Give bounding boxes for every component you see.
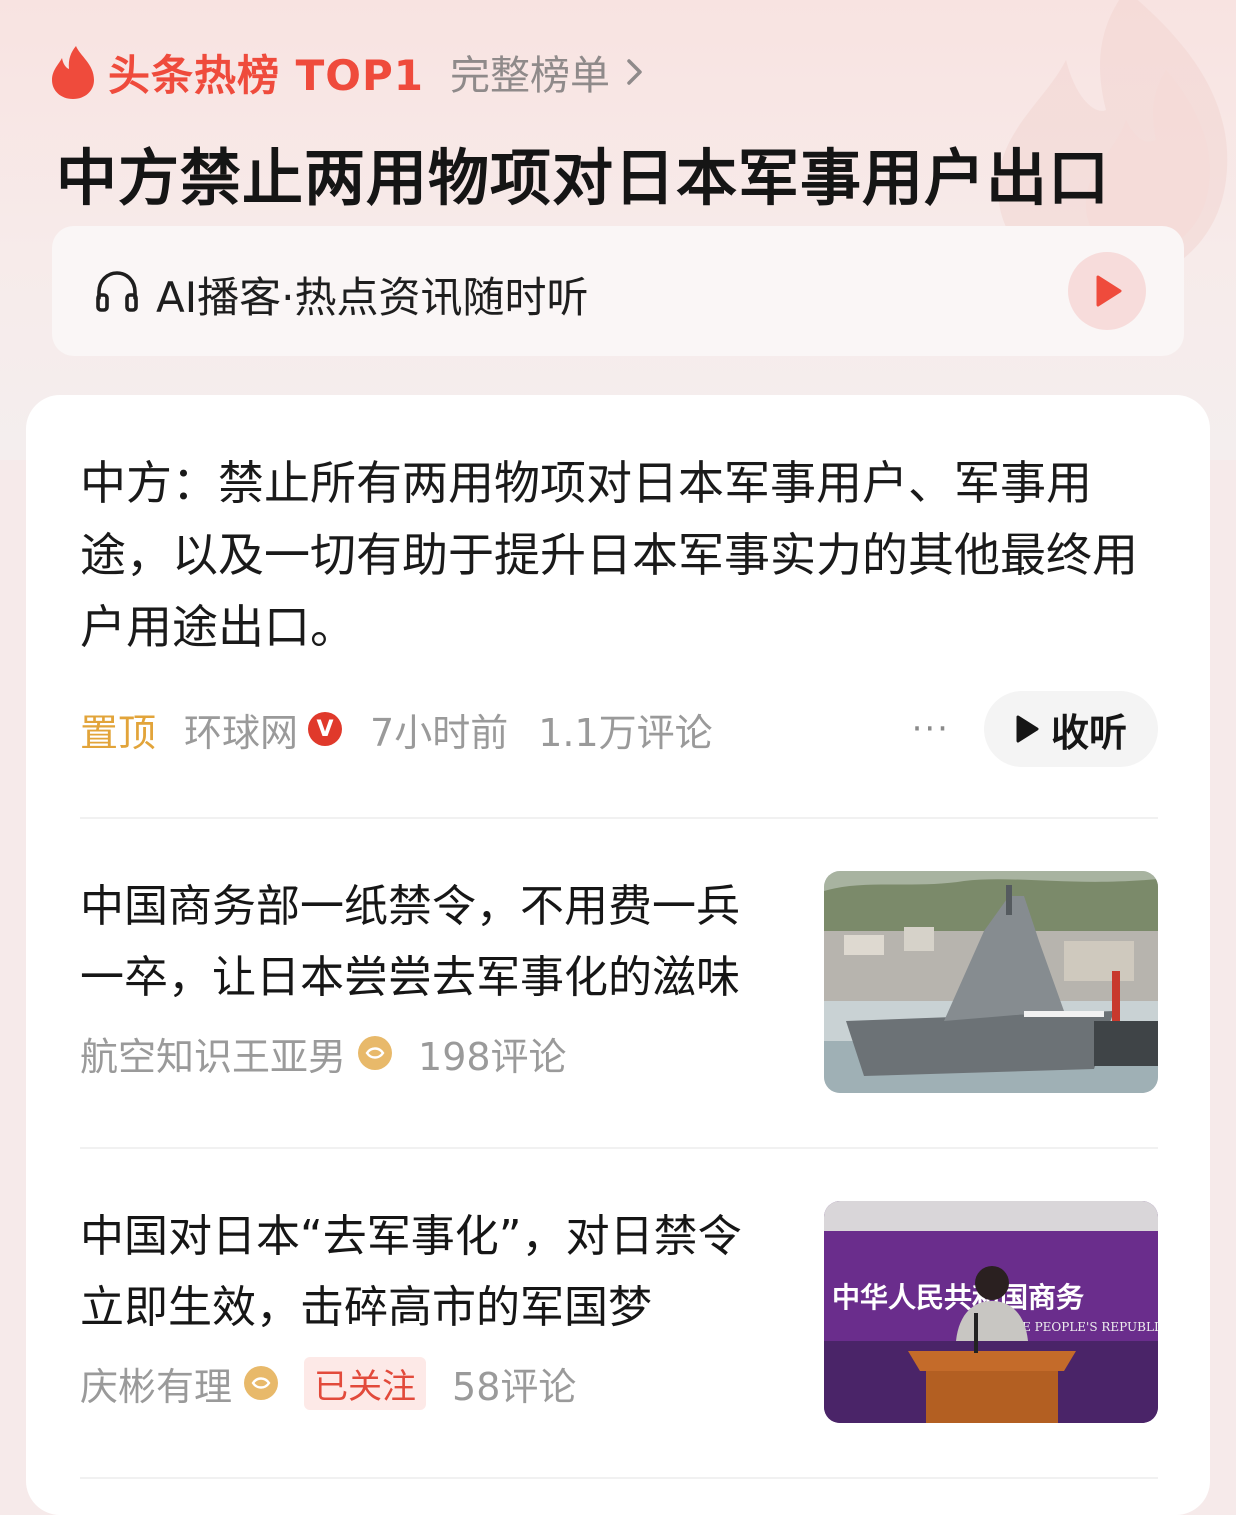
hot-list-header[interactable]: 头条热榜 TOP1 完整榜单 (50, 40, 646, 104)
headphones-icon (96, 271, 138, 312)
play-icon (1016, 715, 1039, 743)
ai-podcast-label: AI播客·热点资讯随时听 (156, 273, 589, 322)
article-thumbnail-warship[interactable] (824, 871, 1158, 1093)
article-title[interactable]: 中国商务部一纸禁令，不用费一兵一卒，让日本尝尝去军事化的滋味 (80, 871, 780, 1013)
article-title[interactable]: 中国对日本“去军事化”，对日禁令立即生效，击碎高市的军国梦 (80, 1201, 780, 1343)
author-name[interactable]: 航空知识王亚男 (80, 1026, 346, 1081)
divider (80, 1147, 1158, 1149)
podcast-play-button[interactable] (1068, 252, 1146, 330)
publish-time: 7小时前 (370, 710, 509, 755)
banner-text: 中华人民共和国商务 (832, 1281, 1084, 1314)
ai-podcast-bar[interactable]: AI播客·热点资讯随时听 (52, 226, 1184, 356)
play-icon (1096, 275, 1122, 307)
comment-count[interactable]: 58评论 (452, 1356, 576, 1411)
article-item[interactable]: 中国商务部一纸禁令，不用费一兵一卒，让日本尝尝去军事化的滋味 航空知识王亚男 1… (80, 871, 1158, 1095)
news-card: 中方：禁止所有两用物项对日本军事用户、军事用途，以及一切有助于提升日本军事实力的… (26, 395, 1210, 1515)
lead-article-meta: 置顶 环球网 V 7小时前 1.1万评论 ··· 收听 (80, 691, 1158, 767)
more-icon[interactable]: ··· (912, 709, 950, 749)
pinned-label: 置顶 (80, 710, 157, 755)
flame-icon (52, 46, 94, 99)
author-name[interactable]: 庆彬有理 (80, 1356, 232, 1411)
divider (80, 817, 1158, 819)
divider (80, 1477, 1158, 1479)
lead-article-text[interactable]: 中方：禁止所有两用物项对日本军事用户、军事用途，以及一切有助于提升日本军事实力的… (80, 447, 1140, 663)
article-item[interactable]: 中国对日本“去军事化”，对日禁令立即生效，击碎高市的军国梦 庆彬有理 已关注 5… (80, 1201, 1158, 1425)
creator-badge-icon (244, 1366, 279, 1400)
banner-subtext: E PEOPLE'S REPUBLIC (1022, 1320, 1158, 1334)
comment-count[interactable]: 1.1万评论 (538, 702, 712, 757)
listen-button[interactable]: 收听 (984, 691, 1158, 767)
creator-badge-icon (358, 1036, 393, 1070)
comment-count[interactable]: 198评论 (418, 1026, 567, 1081)
hot-list-label: 头条热榜 TOP1 (108, 50, 424, 100)
chevron-right-icon (627, 59, 642, 85)
full-list-link[interactable]: 完整榜单 (450, 43, 646, 101)
follow-status-badge[interactable]: 已关注 (304, 1356, 427, 1410)
article-thumbnail-press-conference[interactable]: 中华人民共和国商务 E PEOPLE'S REPUBLIC (824, 1201, 1158, 1423)
listen-label: 收听 (1050, 710, 1127, 755)
verified-icon: V (308, 712, 343, 746)
full-list-label: 完整榜单 (449, 53, 610, 99)
source-name[interactable]: 环球网 (184, 702, 298, 757)
hot-topic-headline[interactable]: 中方禁止两用物项对日本军事用户出口 (56, 128, 1110, 217)
